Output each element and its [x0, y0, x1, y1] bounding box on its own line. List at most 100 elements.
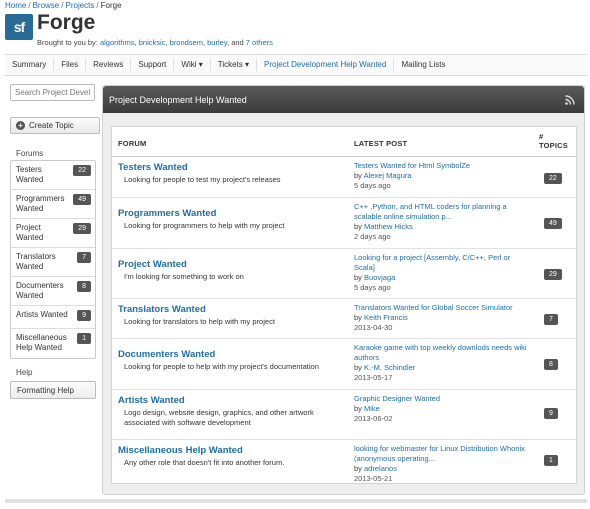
post-date: 2013-05-21 [354, 474, 393, 483]
forum-name-link[interactable]: Programmers Wanted [118, 208, 216, 219]
post-author-link[interactable]: Alexej Magura [364, 171, 412, 180]
column-header-forum: FORUM [118, 139, 147, 148]
post-author-link[interactable]: Buovjaga [364, 273, 395, 282]
byline: Brought to you by: algorithms, bnicksic,… [37, 38, 273, 47]
forum-description: Looking for programmers to help with my … [124, 221, 285, 230]
forum-name-link[interactable]: Documenters Wanted [118, 349, 215, 360]
forum-name-link[interactable]: Translators Wanted [118, 304, 206, 315]
nav-reviews[interactable]: Reviews [86, 59, 132, 71]
by-prefix: by [354, 313, 362, 322]
breadcrumb: Home / Browse / Projects / Forge [5, 1, 122, 10]
create-topic-button[interactable]: + Create Topic [10, 117, 100, 134]
sidebar-item-label: Testers Wanted [16, 165, 44, 184]
sidebar-item-label: Translators Wanted [16, 252, 56, 271]
sidebar-item-label: Artists Wanted [16, 310, 68, 319]
sidebar-item-label: Documenters Wanted [16, 281, 64, 300]
forum-name-link[interactable]: Miscellaneous Help Wanted [118, 445, 243, 456]
forums-heading: Forums [16, 149, 44, 158]
project-nav: Summary Files Reviews Support Wiki ▾ Tic… [5, 54, 587, 76]
latest-post-link[interactable]: Graphic Designer Wanted [354, 394, 529, 404]
sidebar-item-label: Programmers Wanted [16, 194, 65, 213]
author-link[interactable]: burley [207, 38, 227, 47]
nav-wiki[interactable]: Wiki ▾ [174, 59, 211, 71]
sidebar-item-artists[interactable]: Artists Wanted 9 [11, 306, 95, 329]
latest-post: Graphic Designer Wanted by Mike 2013-06-… [354, 394, 529, 424]
forum-table: FORUM LATEST POST # TOPICS Testers Wante… [111, 126, 577, 484]
topic-count-badge: 1 [77, 333, 91, 344]
forum-panel: Project Development Help Wanted FORUM LA… [102, 85, 585, 495]
by-prefix: by [354, 464, 362, 473]
post-date: 2013-06-02 [354, 414, 393, 423]
logo-text: sf [13, 19, 25, 35]
nav-files[interactable]: Files [54, 59, 87, 71]
forum-name-link[interactable]: Project Wanted [118, 259, 187, 270]
latest-post-link[interactable]: Looking for a project [Assembly, C/C++, … [354, 253, 529, 273]
post-author-link[interactable]: Keith Francis [364, 313, 408, 322]
author-link[interactable]: algorithms [100, 38, 135, 47]
others-link[interactable]: 7 others [246, 38, 273, 47]
forum-description: Looking for translators to help with my … [124, 317, 275, 326]
plus-icon: + [16, 121, 25, 130]
sf-logo-icon[interactable]: sf [5, 14, 33, 40]
post-date: 2013-04-30 [354, 323, 393, 332]
by-prefix: by [354, 171, 362, 180]
nav-help-wanted[interactable]: Project Development Help Wanted [257, 59, 395, 71]
topic-count-badge: 22 [544, 173, 562, 184]
table-row: Artists Wanted Logo design, website desi… [112, 390, 576, 440]
project-title[interactable]: Forge [37, 11, 95, 35]
latest-post: Looking for a project [Assembly, C/C++, … [354, 253, 529, 293]
by-prefix: by [354, 404, 362, 413]
topic-count-badge: 7 [77, 252, 91, 263]
post-author-link[interactable]: Mike [364, 404, 380, 413]
nav-mailing-lists[interactable]: Mailing Lists [394, 59, 452, 71]
post-author-link[interactable]: adrelanos [364, 464, 397, 473]
rss-feed-icon[interactable] [565, 95, 575, 105]
latest-post-link[interactable]: Karaoke game with top weekly downlods ne… [354, 343, 529, 363]
create-topic-label: Create Topic [29, 121, 74, 130]
author-link[interactable]: bnicksic [139, 38, 166, 47]
latest-post: looking for webmaster for Linux Distribu… [354, 444, 529, 484]
latest-post-link[interactable]: looking for webmaster for Linux Distribu… [354, 444, 529, 464]
post-date: 5 days ago [354, 181, 391, 190]
topic-count-badge: 22 [73, 165, 91, 176]
forum-name-link[interactable]: Artists Wanted [118, 395, 185, 406]
nav-tickets[interactable]: Tickets ▾ [211, 59, 258, 71]
table-row: Programmers Wanted Looking for programme… [112, 198, 576, 249]
nav-summary[interactable]: Summary [5, 59, 55, 71]
latest-post: C++ ,Python, and HTML coders for plannin… [354, 202, 529, 242]
latest-post: Translators Wanted for Global Soccer Sim… [354, 303, 529, 333]
topic-count-badge: 8 [77, 281, 91, 292]
page-footer-bar [5, 499, 587, 503]
search-input[interactable] [10, 84, 95, 101]
nav-support[interactable]: Support [131, 59, 175, 71]
breadcrumb-projects[interactable]: Projects [66, 1, 95, 10]
sidebar-item-project[interactable]: Project Wanted 29 [11, 219, 95, 248]
sidebar-forum-list: Testers Wanted 22 Programmers Wanted 49 … [10, 160, 96, 359]
sidebar-item-misc[interactable]: Miscellaneous Help Wanted 1 [11, 329, 95, 358]
latest-post-link[interactable]: C++ ,Python, and HTML coders for plannin… [354, 202, 529, 222]
sidebar-item-programmers[interactable]: Programmers Wanted 49 [11, 190, 95, 219]
byline-and: and [231, 38, 244, 47]
latest-post-link[interactable]: Testers Wanted for Html SymbolZe [354, 161, 529, 171]
post-author-link[interactable]: K.-M. Schindler [364, 363, 415, 372]
forum-name-link[interactable]: Testers Wanted [118, 162, 188, 173]
breadcrumb-current: Forge [100, 1, 122, 10]
breadcrumb-home[interactable]: Home [5, 1, 26, 10]
by-prefix: by [354, 363, 362, 372]
by-prefix: by [354, 273, 362, 282]
formatting-help-button[interactable]: Formatting Help [10, 381, 96, 399]
sidebar-item-documenters[interactable]: Documenters Wanted 8 [11, 277, 95, 306]
latest-post-link[interactable]: Translators Wanted for Global Soccer Sim… [354, 303, 529, 313]
column-header-latest-post: LATEST POST [354, 139, 408, 148]
post-date: 2 days ago [354, 232, 391, 241]
author-link[interactable]: brondsem [170, 38, 203, 47]
breadcrumb-browse[interactable]: Browse [33, 1, 60, 10]
post-author-link[interactable]: Matthew Hicks [364, 222, 413, 231]
sidebar-item-translators[interactable]: Translators Wanted 7 [11, 248, 95, 277]
topic-count-badge: 29 [73, 223, 91, 234]
forum-description: Looking for people to help with my proje… [124, 362, 319, 371]
table-row: Translators Wanted Looking for translato… [112, 299, 576, 339]
sidebar-item-label: Miscellaneous Help Wanted [16, 333, 67, 352]
forum-description: Looking for people to test my project's … [124, 175, 281, 184]
sidebar-item-testers[interactable]: Testers Wanted 22 [11, 161, 95, 190]
